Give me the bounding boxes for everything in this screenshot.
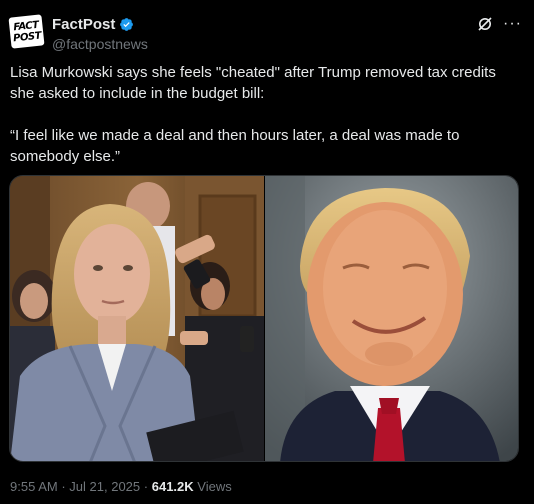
display-name[interactable]: FactPost [52, 16, 115, 33]
tweet-paragraph: Lisa Murkowski says she feels "cheated" … [10, 64, 496, 102]
tweet-header: FACT POST FactPost @factpostnews ··· [8, 14, 524, 52]
tweet-media[interactable] [9, 175, 519, 462]
tweet-text: Lisa Murkowski says she feels "cheated" … [10, 62, 524, 188]
views-count: 641.2K [151, 479, 194, 494]
photo-trump[interactable] [264, 176, 518, 461]
tweet-meta: 9:55 AM · Jul 21, 2025 · 641.2K Views [10, 479, 232, 494]
tweet-time[interactable]: 9:55 AM [10, 479, 58, 494]
photo-murkowski[interactable] [10, 176, 264, 461]
account-names: FactPost @factpostnews [52, 16, 148, 52]
tweet-date[interactable]: Jul 21, 2025 [69, 479, 140, 494]
logo-text-bottom: POST [12, 30, 42, 44]
views-label: Views [197, 479, 232, 494]
meta-separator: · [143, 479, 149, 494]
account-handle[interactable]: @factpostnews [52, 36, 148, 52]
verified-badge-icon [120, 18, 134, 31]
account-avatar[interactable]: FACT POST [8, 14, 45, 49]
grok-icon[interactable] [477, 16, 493, 32]
meta-separator: · [61, 479, 66, 494]
tweet-paragraph: “I feel like we made a deal and then hou… [10, 127, 460, 165]
more-dots-icon[interactable]: ··· [503, 16, 522, 32]
